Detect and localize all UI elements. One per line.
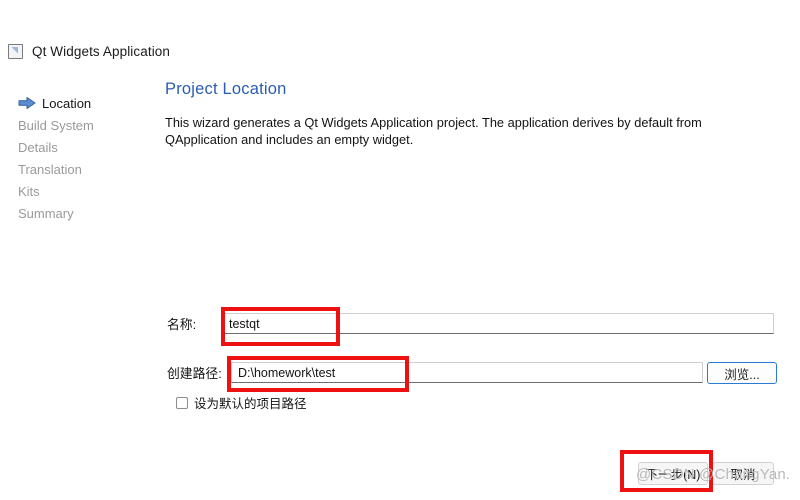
page-title: Project Location [165,80,287,98]
window-icon [8,43,23,59]
project-path-row: 创建路径: [167,362,703,383]
wizard-sidebar: Location Build System Details Translatio… [0,92,150,224]
sidebar-item-label: Build System [18,117,94,133]
sidebar-item-summary[interactable]: Summary [0,202,150,224]
sidebar-item-location[interactable]: Location [0,92,150,114]
sidebar-item-label: Details [18,139,58,155]
page-description: This wizard generates a Qt Widgets Appli… [165,115,702,147]
sidebar-item-label: Summary [18,205,74,221]
project-name-row: 名称: [167,313,774,334]
project-name-input[interactable] [222,313,774,334]
sidebar-item-label: Kits [18,183,40,199]
sidebar-item-details[interactable]: Details [0,136,150,158]
arrow-right-icon [18,97,36,110]
window-titlebar: Qt Widgets Application [0,38,800,64]
project-path-label: 创建路径: [167,366,222,381]
sidebar-item-translation[interactable]: Translation [0,158,150,180]
project-name-label: 名称: [167,317,197,332]
cancel-button[interactable]: 取消 [712,462,774,485]
next-button[interactable]: 下一步(N) [638,462,708,485]
sidebar-item-kits[interactable]: Kits [0,180,150,202]
default-path-checkbox-label: 设为默认的项目路径 [194,397,307,411]
sidebar-item-label: Translation [18,161,82,177]
sidebar-item-label: Location [42,95,92,111]
sidebar-item-build-system[interactable]: Build System [0,114,150,136]
default-path-checkbox-row[interactable]: 设为默认的项目路径 [176,393,307,412]
window-title: Qt Widgets Application [32,43,171,59]
default-path-checkbox[interactable] [176,396,188,409]
browse-button[interactable]: 浏览... [707,362,777,384]
project-path-input[interactable] [231,362,703,383]
